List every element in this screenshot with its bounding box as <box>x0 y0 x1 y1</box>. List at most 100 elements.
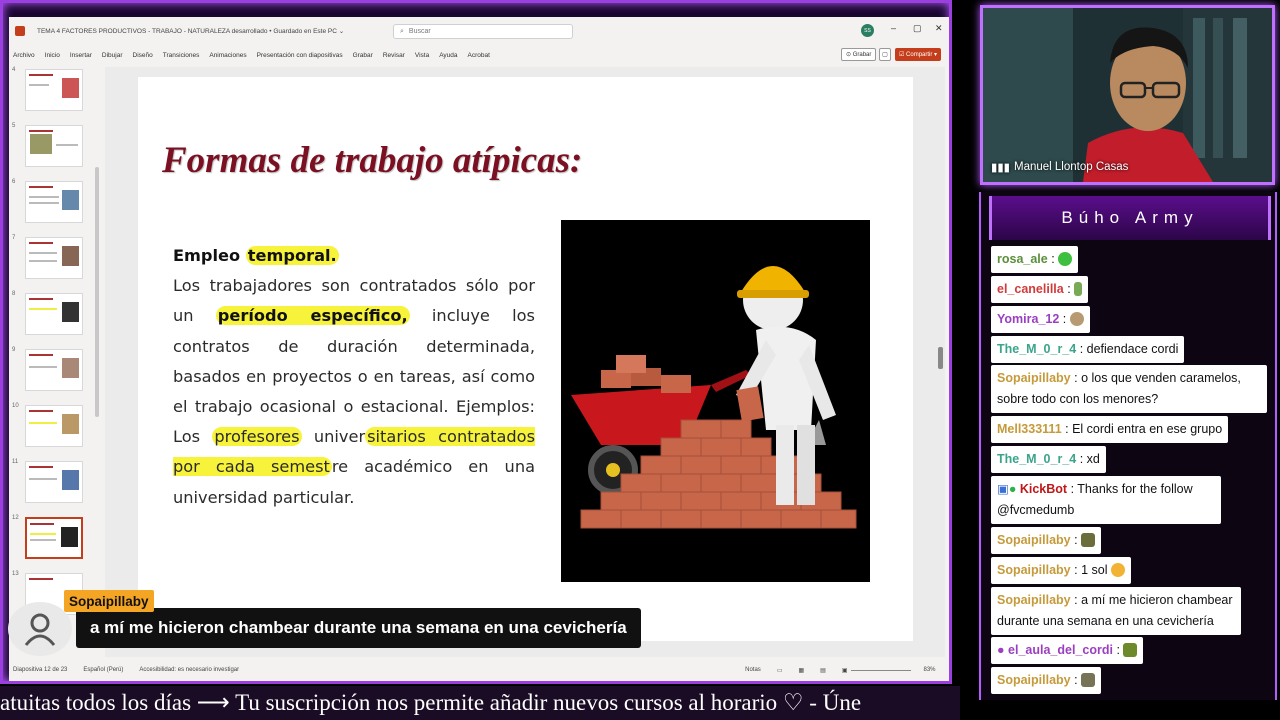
user-avatar[interactable]: SS <box>861 24 874 37</box>
thumbnail-number: 5 <box>12 123 16 129</box>
verified-badge-icon: ● <box>1008 482 1017 496</box>
tab-presentacion[interactable]: Presentación con diapositivas <box>257 52 343 59</box>
slide-sorter-icon[interactable]: ▦ <box>798 667 804 674</box>
thumbnail-slide[interactable]: 10 <box>9 403 99 453</box>
cat-meme-emote-icon <box>1081 673 1096 687</box>
chat-username[interactable]: el_aula_del_cordi <box>1008 643 1113 657</box>
tab-dibujar[interactable]: Dibujar <box>102 52 123 59</box>
bold-highlight: período específico, <box>215 306 410 326</box>
chat-username[interactable]: Sopaipillaby <box>997 371 1071 385</box>
notes-button[interactable]: Notas <box>745 667 761 673</box>
tab-animaciones[interactable]: Animaciones <box>209 52 246 59</box>
tab-vista[interactable]: Vista <box>415 52 429 59</box>
thumbnail-slide[interactable]: 8 <box>9 291 99 341</box>
worker-illustration <box>561 220 870 582</box>
chat-username[interactable]: The_M_0_r_4 <box>997 452 1076 466</box>
powerpoint-window: TEMA 4 FACTORES PRODUCTIVOS - TRABAJO - … <box>9 17 949 681</box>
subscriber-badge-icon: ● <box>997 643 1005 657</box>
tab-diseno[interactable]: Diseño <box>133 52 153 59</box>
search-input[interactable]: ⌕ Buscar <box>393 24 573 39</box>
webcam-video <box>983 8 1272 182</box>
fork-plant-emote-icon <box>1074 282 1083 296</box>
slide-counter: Diapositiva 12 de 23 <box>13 667 68 673</box>
presenter-name: Manuel Llontop Casas <box>1014 161 1129 173</box>
tab-inicio[interactable]: Inicio <box>45 52 60 59</box>
accessibility-status[interactable]: Accesibilidad: es necesario investigar <box>139 667 239 673</box>
construction-worker-image[interactable] <box>561 220 870 582</box>
chat-message: Sopaipillaby : a mí me hicieron chambear… <box>991 587 1241 635</box>
status-bar: Diapositiva 12 de 23 Español (Perú) Acce… <box>9 659 949 681</box>
thumbnail-scrollbar[interactable] <box>95 167 99 417</box>
slide-scrollbar[interactable] <box>938 347 943 369</box>
screen-share-frame: TEMA 4 FACTORES PRODUCTIVOS - TRABAJO - … <box>0 0 952 684</box>
thumbnail-slide[interactable]: 9 <box>9 347 99 397</box>
webcam-name-label: ▮▮▮ Manuel Llontop Casas <box>991 160 1128 174</box>
chat-username[interactable]: Yomira_12 <box>997 312 1059 326</box>
heading-highlight: temporal. <box>245 246 339 265</box>
comments-button[interactable]: ▢ <box>879 48 891 61</box>
language-indicator[interactable]: Español (Perú) <box>83 667 123 673</box>
tab-ayuda[interactable]: Ayuda <box>439 52 457 59</box>
document-title[interactable]: TEMA 4 FACTORES PRODUCTIVOS - TRABAJO - … <box>37 27 344 35</box>
chat-message: Yomira_12 : <box>991 306 1090 333</box>
thumbnail-number: 10 <box>12 403 19 409</box>
thumbnail-number: 4 <box>12 67 16 73</box>
thumbnail-number: 8 <box>12 291 16 297</box>
zoom-slider[interactable] <box>851 670 911 671</box>
chat-username[interactable]: KickBot <box>1020 482 1067 496</box>
chat-panel: Búho Army rosa_ale : el_canelilla : Yomi… <box>979 192 1277 700</box>
chat-username[interactable]: Sopaipillaby <box>997 673 1071 687</box>
chat-username[interactable]: Sopaipillaby <box>997 593 1071 607</box>
powerpoint-logo-icon <box>15 26 25 36</box>
tab-insertar[interactable]: Insertar <box>70 52 92 59</box>
maximize-button[interactable]: ▢ <box>913 23 922 34</box>
chat-message: The_M_0_r_4 : xd <box>991 446 1106 473</box>
thumbnail-slide[interactable]: 4 <box>9 67 99 117</box>
zoom-level[interactable]: 83% <box>924 667 936 673</box>
thumbnail-slide[interactable]: 11 <box>9 459 99 509</box>
snail-emote-icon <box>1123 643 1138 657</box>
close-button[interactable]: ✕ <box>935 23 943 34</box>
chat-text: 1 sol <box>1081 563 1108 577</box>
tab-archivo[interactable]: Archivo <box>13 52 35 59</box>
chat-username[interactable]: rosa_ale <box>997 252 1048 266</box>
normal-view-icon[interactable]: ▭ <box>777 667 783 674</box>
thumbnail-number: 12 <box>12 515 19 521</box>
thumbnail-slide-active[interactable]: 12 <box>9 515 99 565</box>
hedgehog-emote-icon <box>1069 312 1084 326</box>
chat-username[interactable]: The_M_0_r_4 <box>997 342 1076 356</box>
paragraph-text: univer <box>301 427 366 447</box>
chat-message: Mell333111 : El cordi entra en ese grupo <box>991 416 1229 443</box>
thumbnail-slide[interactable]: 6 <box>9 179 99 229</box>
slide-title[interactable]: Formas de trabajo atípicas: <box>162 139 582 182</box>
thumbnail-slide[interactable]: 7 <box>9 235 99 285</box>
tab-transiciones[interactable]: Transiciones <box>163 52 200 59</box>
chat-username[interactable]: Mell333111 <box>997 422 1062 436</box>
thumbnail-preview <box>25 349 83 391</box>
chat-username[interactable]: Sopaipillaby <box>997 563 1071 577</box>
paragraph-text: incluye los contratos de duración determ… <box>173 306 535 447</box>
thumbnail-slide[interactable]: 5 <box>9 123 99 173</box>
chat-title: Búho Army <box>989 196 1271 240</box>
slide-body-text[interactable]: Empleo temporal. Los trabajadores son co… <box>173 241 536 513</box>
thumbnail-preview <box>25 69 83 111</box>
share-button[interactable]: ☑ Compartir ▾ <box>895 48 942 61</box>
tab-revisar[interactable]: Revisar <box>383 52 405 59</box>
slide-heading: Empleo temporal. <box>173 241 535 271</box>
chat-username[interactable]: Sopaipillaby <box>997 533 1071 547</box>
chat-username[interactable]: el_canelilla <box>997 282 1064 296</box>
chat-message: ● el_aula_del_cordi : <box>991 637 1144 664</box>
user-avatar-icon <box>24 613 56 646</box>
thumbnail-preview <box>25 237 83 279</box>
tab-acrobat[interactable]: Acrobat <box>468 52 490 59</box>
slide-canvas[interactable]: Formas de trabajo atípicas: Empleo tempo… <box>138 77 913 641</box>
tab-grabar[interactable]: Grabar <box>353 52 373 59</box>
chat-message: The_M_0_r_4 : defiendace cordi <box>991 336 1185 363</box>
record-button[interactable]: ⊙ Grabar <box>841 48 877 61</box>
signal-icon: ▮▮▮ <box>991 162 1010 174</box>
sad-face-emote-icon <box>1110 563 1125 577</box>
thumbnail-preview <box>25 293 83 335</box>
slideshow-icon[interactable]: ▣ <box>842 667 848 674</box>
reading-view-icon[interactable]: ▤ <box>820 667 826 674</box>
minimize-button[interactable]: – <box>891 23 896 33</box>
